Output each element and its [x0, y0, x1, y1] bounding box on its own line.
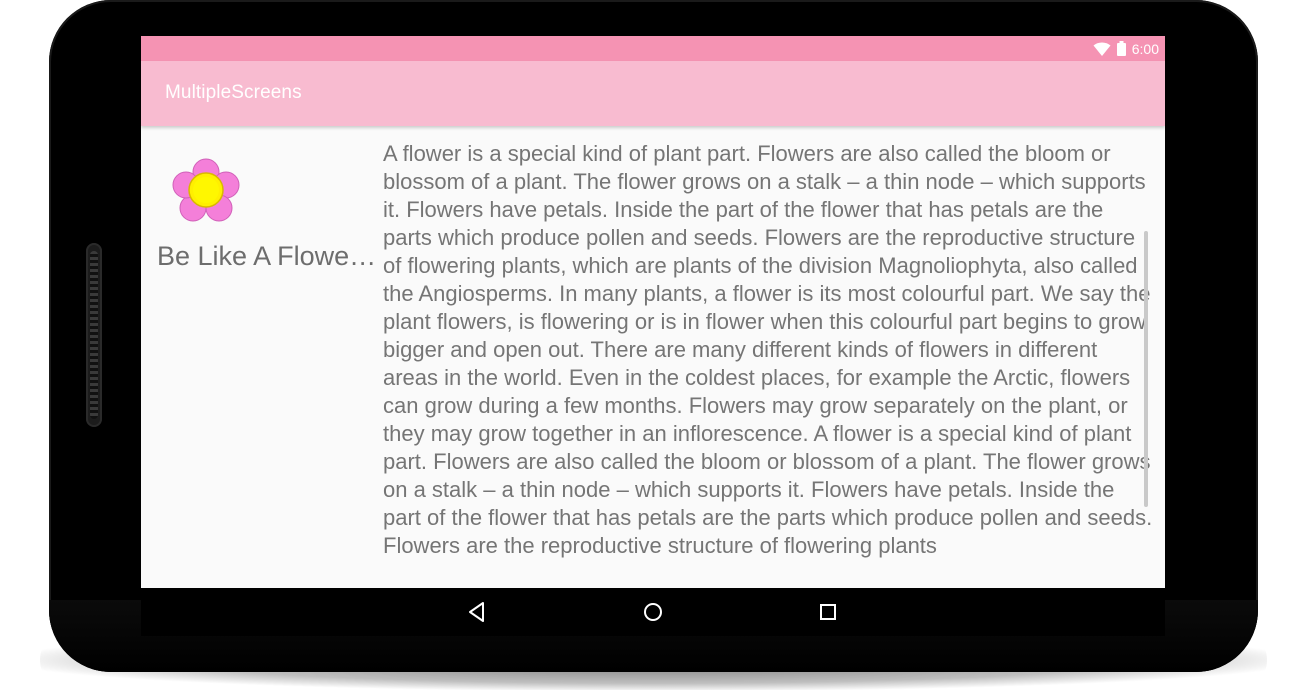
- app-title: MultipleScreens: [165, 82, 302, 103]
- flower-description: A flower is a special kind of plant part…: [383, 141, 1153, 558]
- recents-icon[interactable]: [814, 598, 842, 626]
- speaker-grill: [86, 243, 102, 427]
- home-icon[interactable]: [639, 598, 667, 626]
- navigation-bar: [141, 588, 1165, 636]
- battery-icon: [1116, 41, 1126, 56]
- wifi-icon: [1093, 42, 1111, 56]
- flower-caption: Be Like A Flower ...: [157, 241, 383, 271]
- back-icon[interactable]: [463, 598, 491, 626]
- screen: 6:00 MultipleScreens Be Like A Flower ..…: [141, 36, 1165, 636]
- scrollbar[interactable]: [1144, 231, 1148, 507]
- status-bar: 6:00: [141, 36, 1165, 61]
- flower-icon: [172, 158, 240, 222]
- status-time: 6:00: [1131, 40, 1159, 57]
- content-area[interactable]: Be Like A Flower ... A flower is a speci…: [141, 126, 1165, 588]
- app-bar: MultipleScreens: [141, 61, 1165, 126]
